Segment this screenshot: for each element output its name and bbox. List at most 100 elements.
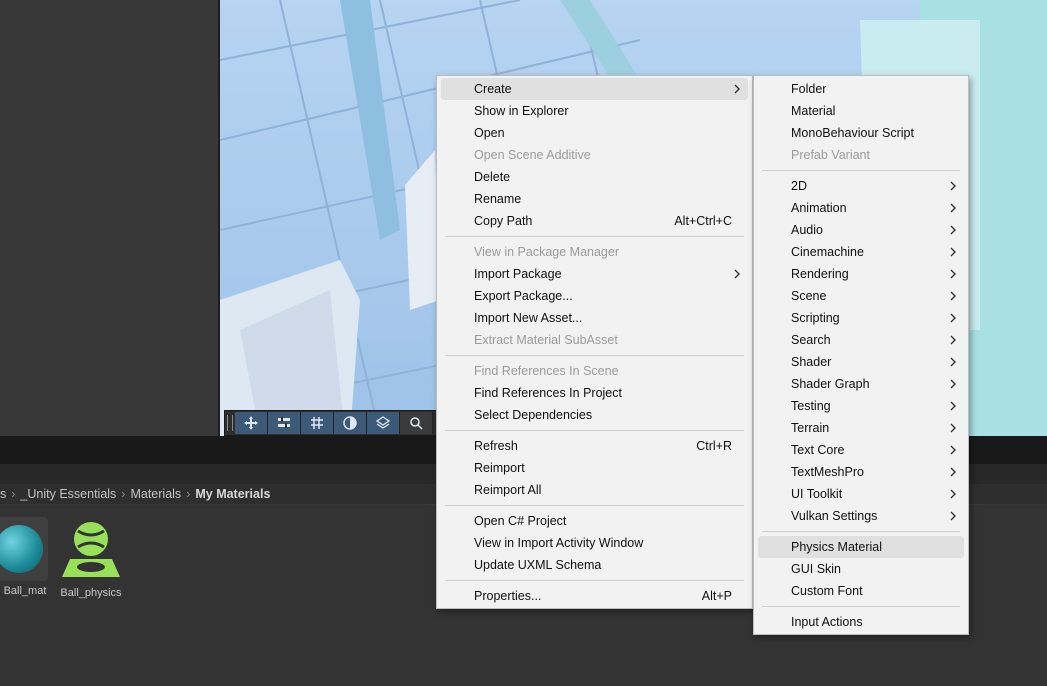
submenu-item-terrain[interactable]: Terrain (754, 417, 968, 439)
breadcrumb-item[interactable]: _Unity Essentials (20, 487, 116, 501)
menu-item-create[interactable]: Create (437, 78, 752, 100)
menu-item-label: 2D (791, 179, 807, 193)
menu-item-label: Shader (791, 355, 832, 369)
submenu-item-rendering[interactable]: Rendering (754, 263, 968, 285)
asset-item[interactable]: Ball_physics (58, 517, 124, 599)
submenu-item-folder[interactable]: Folder (754, 78, 968, 100)
menu-item-open[interactable]: Open (437, 122, 752, 144)
menu-separator (445, 580, 744, 581)
asset-label: Ball_mat (3, 585, 47, 597)
menu-item-refresh[interactable]: Refresh Ctrl+R (437, 435, 752, 457)
breadcrumb-item[interactable]: Materials (130, 487, 181, 501)
menu-item-properties[interactable]: Properties... Alt+P (437, 585, 752, 607)
menu-item-label: Cinemachine (791, 245, 864, 259)
submenu-item-gui-skin[interactable]: GUI Skin (754, 558, 968, 580)
submenu-item-shader-graph[interactable]: Shader Graph (754, 373, 968, 395)
shading-tool-icon[interactable] (334, 412, 367, 434)
submenu-item-scripting[interactable]: Scripting (754, 307, 968, 329)
transform-tool-icon[interactable] (268, 412, 301, 434)
menu-item-select-dependencies[interactable]: Select Dependencies (437, 404, 752, 426)
menu-item-export-package[interactable]: Export Package... (437, 285, 752, 307)
menu-item-delete[interactable]: Delete (437, 166, 752, 188)
hierarchy-panel (0, 0, 218, 436)
menu-item-show-in-explorer[interactable]: Show in Explorer (437, 100, 752, 122)
menu-separator (445, 430, 744, 431)
chevron-right-icon (950, 225, 956, 235)
submenu-item-ui-toolkit[interactable]: UI Toolkit (754, 483, 968, 505)
menu-item-label: UI Toolkit (791, 487, 843, 501)
submenu-item-monobehaviour-script[interactable]: MonoBehaviour Script (754, 122, 968, 144)
menu-item-open-c-project[interactable]: Open C# Project (437, 510, 752, 532)
menu-item-label: Folder (791, 82, 827, 96)
menu-item-label: Input Actions (791, 615, 863, 629)
submenu-item-textmeshpro[interactable]: TextMeshPro (754, 461, 968, 483)
menu-item-open-scene-additive: Open Scene Additive (437, 144, 752, 166)
menu-item-label: Vulkan Settings (791, 509, 878, 523)
menu-item-label: TextMeshPro (791, 465, 864, 479)
submenu-item-material[interactable]: Material (754, 100, 968, 122)
chevron-right-icon (950, 467, 956, 477)
menu-item-label: Prefab Variant (791, 148, 870, 162)
menu-item-view-in-import-activity-window[interactable]: View in Import Activity Window (437, 532, 752, 554)
submenu-item-input-actions[interactable]: Input Actions (754, 611, 968, 633)
asset-label: Ball_physics (60, 587, 122, 599)
submenu-item-search[interactable]: Search (754, 329, 968, 351)
chevron-right-icon (950, 423, 956, 433)
menu-item-label: Animation (791, 201, 847, 215)
menu-item-label: Extract Material SubAsset (474, 333, 618, 347)
menu-item-import-package[interactable]: Import Package (437, 263, 752, 285)
menu-item-label: Find References In Scene (474, 364, 619, 378)
submenu-item-animation[interactable]: Animation (754, 197, 968, 219)
submenu-item-shader[interactable]: Shader (754, 351, 968, 373)
submenu-item-cinemachine[interactable]: Cinemachine (754, 241, 968, 263)
menu-item-reimport-all[interactable]: Reimport All (437, 479, 752, 501)
menu-item-label: Create (474, 82, 512, 96)
submenu-item-vulkan-settings[interactable]: Vulkan Settings (754, 505, 968, 527)
menu-item-label: Rename (474, 192, 522, 206)
menu-item-label: Text Core (791, 443, 845, 457)
menu-item-find-references-in-project[interactable]: Find References In Project (437, 382, 752, 404)
submenu-item-scene[interactable]: Scene (754, 285, 968, 307)
menu-item-import-new-asset[interactable]: Import New Asset... (437, 307, 752, 329)
layers-tool-icon[interactable] (367, 412, 400, 434)
menu-item-label: Scripting (791, 311, 840, 325)
menu-item-find-references-in-scene: Find References In Scene (437, 360, 752, 382)
menu-item-label: Select Dependencies (474, 408, 593, 422)
menu-separator (445, 505, 744, 506)
menu-item-update-uxml-schema[interactable]: Update UXML Schema (437, 554, 752, 576)
menu-item-label: Open (474, 126, 505, 140)
chevron-right-icon (950, 489, 956, 499)
menu-item-label: Custom Font (791, 584, 863, 598)
menu-item-copy-path[interactable]: Copy Path Alt+Ctrl+C (437, 210, 752, 232)
submenu-item-testing[interactable]: Testing (754, 395, 968, 417)
create-submenu: Folder Material MonoBehaviour Script Prefab… (753, 75, 969, 635)
chevron-right-icon (950, 379, 956, 389)
move-tool-icon[interactable] (235, 412, 268, 434)
chevron-right-icon (950, 269, 956, 279)
toolbar-grip[interactable] (227, 415, 233, 431)
submenu-item-2d[interactable]: 2D (754, 175, 968, 197)
submenu-item-audio[interactable]: Audio (754, 219, 968, 241)
search-tool-icon[interactable] (400, 412, 433, 434)
asset-item[interactable]: Ball_mat (0, 517, 52, 597)
menu-item-label: Reimport All (474, 483, 542, 497)
breadcrumb-current[interactable]: My Materials (195, 487, 270, 501)
submenu-item-physics-material[interactable]: Physics Material (754, 536, 968, 558)
menu-item-label: View in Import Activity Window (474, 536, 644, 550)
breadcrumb-item[interactable]: s (0, 487, 6, 501)
menu-item-label: GUI Skin (791, 562, 842, 576)
menu-item-label: Search (791, 333, 831, 347)
menu-item-label: View in Package Manager (474, 245, 619, 259)
submenu-item-prefab-variant: Prefab Variant (754, 144, 968, 166)
submenu-item-text-core[interactable]: Text Core (754, 439, 968, 461)
menu-item-reimport[interactable]: Reimport (437, 457, 752, 479)
context-menu: Create Show in Explorer Open Open Scene Add… (436, 75, 753, 609)
chevron-right-icon: › (11, 487, 16, 501)
menu-separator (762, 531, 960, 532)
submenu-item-custom-font[interactable]: Custom Font (754, 580, 968, 602)
chevron-right-icon (950, 335, 956, 345)
chevron-right-icon (950, 357, 956, 367)
grid-tool-icon[interactable] (301, 412, 334, 434)
menu-item-rename[interactable]: Rename (437, 188, 752, 210)
menu-item-label: Find References In Project (474, 386, 622, 400)
